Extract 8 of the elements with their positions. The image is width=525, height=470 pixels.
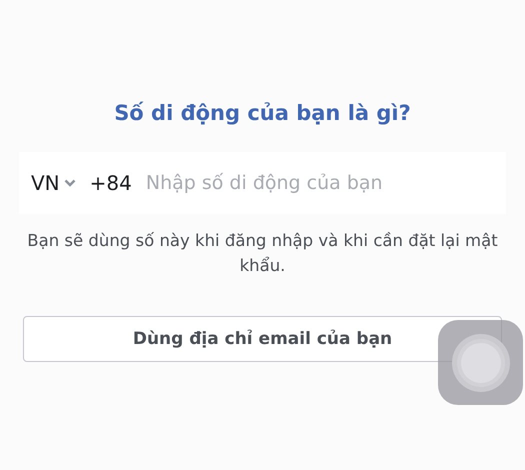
assistive-touch-button[interactable] [438, 320, 523, 405]
phone-field[interactable]: VN +84 Nhập số di động của bạn [19, 152, 506, 214]
page-title: Số di động của bạn là gì? [114, 100, 411, 127]
chevron-down-icon [64, 179, 76, 187]
country-picker[interactable]: VN [31, 171, 76, 195]
help-text: Bạn sẽ dùng số này khi đăng nhập và khi cần đặt lại mật khẩu. [26, 230, 499, 277]
home-circle-icon [452, 334, 510, 392]
dial-code: +84 [90, 171, 132, 195]
